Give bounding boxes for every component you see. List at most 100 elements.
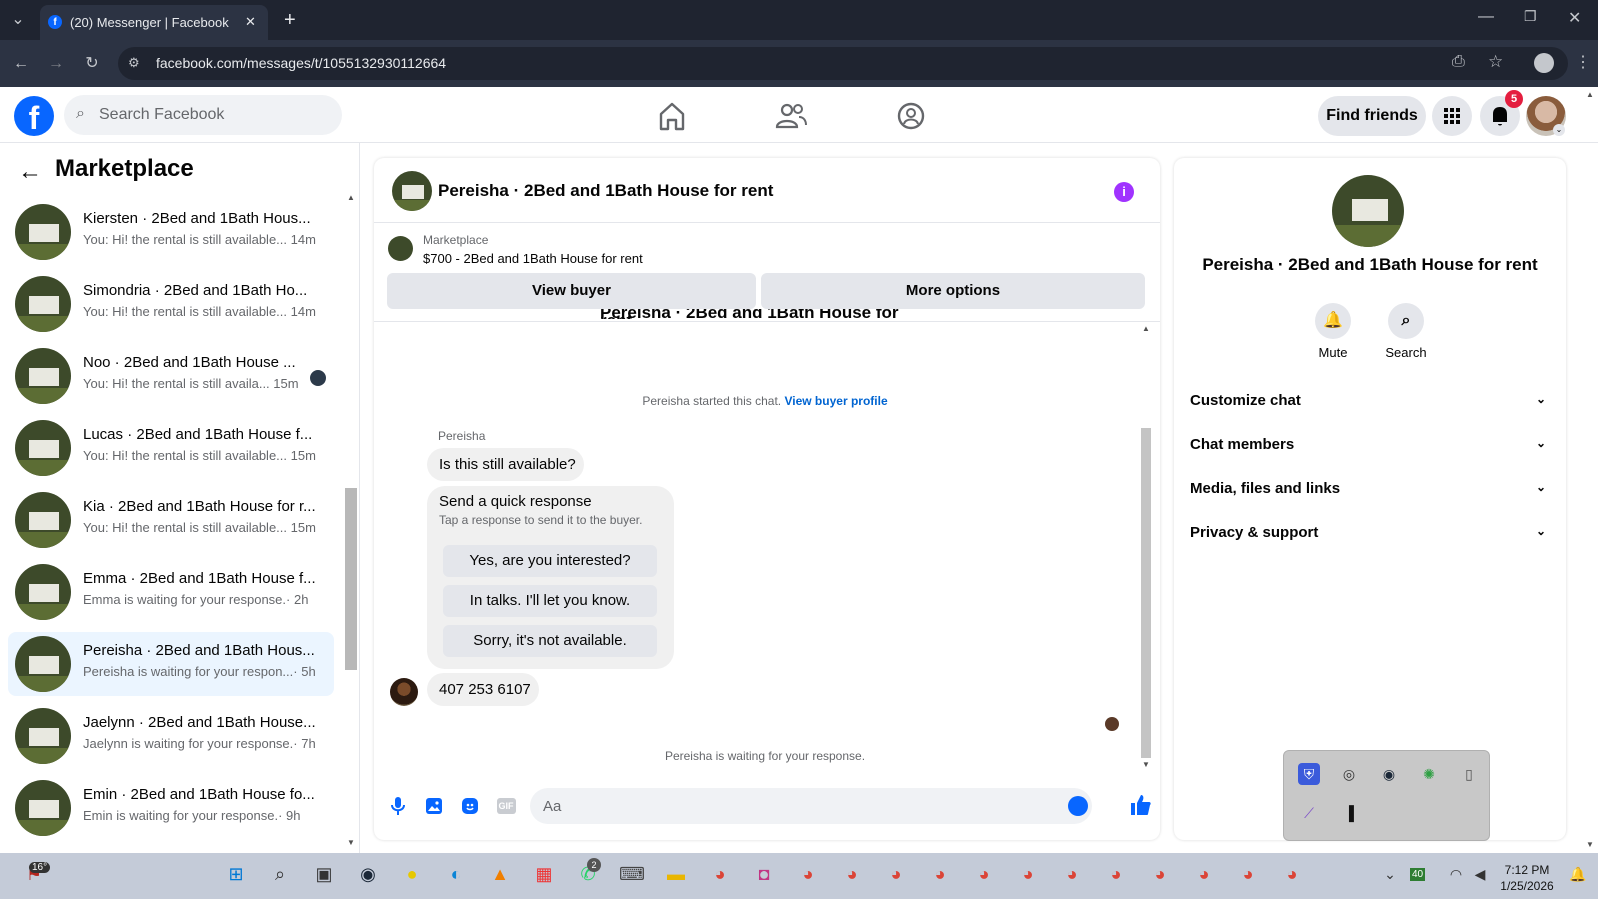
chrome-profile-icon[interactable]: ◕ [968, 858, 1000, 890]
more-options-button[interactable]: More options [761, 273, 1145, 309]
url-text[interactable]: facebook.com/messages/t/1055132930112664 [156, 55, 446, 71]
profile-icon[interactable] [1534, 53, 1554, 73]
conversation-item[interactable]: Lucas · 2Bed and 1Bath House f... You: H… [8, 416, 334, 480]
window-close-icon[interactable]: ✕ [1568, 8, 1581, 28]
sync-icon[interactable]: ✺ [1418, 763, 1440, 785]
chat-list-scrollbar[interactable]: ▲ ▼ [345, 193, 357, 853]
microphone-icon[interactable] [386, 794, 410, 818]
chat-thumbnail[interactable] [392, 171, 432, 211]
notification-bell-icon[interactable]: 🔔 [1562, 858, 1594, 890]
media-files-links-section[interactable]: Media, files and links ⌄ [1190, 480, 1550, 497]
taskbar-clock[interactable]: 7:12 PM 1/25/2026 [1490, 862, 1564, 894]
quick-response-talks-button[interactable]: In talks. I'll let you know. [443, 585, 657, 617]
steam-icon[interactable]: ◉ [352, 858, 384, 890]
page-scroll-down[interactable]: ▼ [1586, 840, 1594, 849]
sender-avatar[interactable] [390, 678, 418, 706]
chrome-profile-icon[interactable]: ◕ [1188, 858, 1220, 890]
conversation-item[interactable]: Simondria · 2Bed and 1Bath Ho... You: Hi… [8, 272, 334, 336]
steam-tray-icon[interactable]: ◉ [1378, 763, 1400, 785]
chrome-profile-icon[interactable]: ◕ [924, 858, 956, 890]
page-scroll-up[interactable]: ▲ [1586, 90, 1594, 99]
browser-tab[interactable]: f (20) Messenger | Facebook ✕ [40, 5, 268, 40]
forward-icon[interactable]: → [42, 47, 70, 80]
chrome-profile-icon[interactable]: ◕ [1276, 858, 1308, 890]
back-arrow-icon[interactable]: ← [18, 158, 42, 186]
message-bubble[interactable]: 407 253 6107 [427, 673, 539, 706]
conversation-item[interactable]: Kia · 2Bed and 1Bath House for r... You:… [8, 488, 334, 552]
search-label[interactable]: Search [1371, 345, 1441, 360]
bookmark-star-icon[interactable]: ☆ [1488, 52, 1503, 72]
tab-close-icon[interactable]: ✕ [245, 14, 256, 30]
conversation-item[interactable]: Kiersten · 2Bed and 1Bath Hous... You: H… [8, 200, 334, 264]
chrome-profile-icon[interactable]: ◕ [1232, 858, 1264, 890]
chrome-profile-icon[interactable]: ◕ [1012, 858, 1044, 890]
snapchat-icon[interactable]: ● [396, 858, 428, 890]
gif-icon[interactable]: GIF [494, 794, 518, 818]
audio-meter-icon[interactable]: ▐ [1338, 802, 1360, 824]
install-app-icon[interactable]: ⎙ [1452, 53, 1465, 71]
photo-icon[interactable] [422, 794, 446, 818]
account-chevron-icon[interactable]: ⌄ [1553, 124, 1565, 136]
conversation-item[interactable]: Jaelynn · 2Bed and 1Bath House... Jaelyn… [8, 704, 334, 768]
chrome-profile-icon[interactable]: ◕ [880, 858, 912, 890]
menu-grid-icon[interactable] [1432, 96, 1472, 136]
tray-chevron-icon[interactable]: ⌄ [1374, 858, 1406, 890]
chrome-profile-icon[interactable]: ◕ [1056, 858, 1088, 890]
message-bubble[interactable]: Is this still available? [427, 448, 584, 481]
search-facebook-input[interactable]: ⌕ Search Facebook [64, 95, 342, 135]
thumbs-up-icon[interactable] [1127, 792, 1151, 816]
chat-scrollbar[interactable]: ▲ ▼ [1140, 324, 1152, 771]
conversation-item-selected[interactable]: Pereisha · 2Bed and 1Bath Hous... Pereis… [8, 632, 334, 696]
conversation-item[interactable]: Noo · 2Bed and 1Bath House ... You: Hi! … [8, 344, 334, 408]
chrome-icon[interactable]: ◕ [704, 858, 736, 890]
mute-label[interactable]: Mute [1298, 345, 1368, 360]
search-chat-icon[interactable]: ⌕ [1388, 303, 1424, 339]
vpn-shield-icon[interactable]: ⛨ [1298, 763, 1320, 785]
new-tab-button[interactable]: + [284, 9, 296, 32]
pen-icon[interactable]: ⟋ [1298, 802, 1320, 824]
tab-search-icon[interactable]: ⌄ [4, 3, 32, 36]
chat-title[interactable]: Pereisha · 2Bed and 1Bath House for rent [438, 181, 773, 201]
task-view-icon[interactable]: ▣ [308, 858, 340, 890]
message-input[interactable]: Aa [530, 788, 1092, 824]
chrome-profile-icon[interactable]: ◕ [1144, 858, 1176, 890]
restore-icon[interactable]: ❐ [1524, 8, 1537, 25]
conversation-item[interactable]: Emma · 2Bed and 1Bath House f... Emma is… [8, 560, 334, 624]
listing-title[interactable]: $700 - 2Bed and 1Bath House for rent [423, 251, 643, 266]
file-explorer-icon[interactable]: ▬ [660, 858, 692, 890]
omnibox[interactable]: ⚙ facebook.com/messages/t/10551329301126… [118, 47, 1568, 80]
info-icon[interactable]: i [1114, 182, 1134, 202]
chrome-profile-icon[interactable]: ◕ [792, 858, 824, 890]
customize-chat-section[interactable]: Customize chat ⌄ [1190, 392, 1550, 409]
display-icon[interactable]: ◎ [1338, 763, 1360, 785]
quick-response-sorry-button[interactable]: Sorry, it's not available. [443, 625, 657, 657]
chat-members-section[interactable]: Chat members ⌄ [1190, 436, 1550, 453]
quick-response-yes-button[interactable]: Yes, are you interested? [443, 545, 657, 577]
emoji-icon[interactable] [1068, 796, 1088, 816]
instagram-icon[interactable]: ◘ [748, 858, 780, 890]
keyboard-icon[interactable]: ⌨ [616, 858, 648, 890]
store-icon[interactable]: ▦ [528, 858, 560, 890]
friends-nav-icon[interactable] [771, 98, 811, 134]
mute-bell-icon[interactable]: 🔔 [1315, 303, 1351, 339]
chrome-profile-icon[interactable]: ◕ [836, 858, 868, 890]
reload-icon[interactable]: ↻ [78, 47, 106, 80]
chrome-menu-icon[interactable]: ⋮ [1575, 52, 1591, 72]
view-buyer-button[interactable]: View buyer [387, 273, 756, 309]
site-info-icon[interactable]: ⚙ [128, 55, 140, 71]
find-friends-button[interactable]: Find friends [1318, 96, 1426, 136]
usb-icon[interactable]: ▯ [1458, 763, 1480, 785]
privacy-support-section[interactable]: Privacy & support ⌄ [1190, 524, 1550, 541]
groups-nav-icon[interactable] [891, 98, 931, 134]
facebook-logo[interactable]: f [14, 96, 54, 136]
home-nav-icon[interactable] [652, 98, 692, 134]
search-taskbar-icon[interactable]: ⌕ [264, 858, 296, 890]
listing-large-thumbnail[interactable] [1332, 175, 1404, 247]
view-buyer-profile-link[interactable]: View buyer profile [784, 394, 887, 408]
sticker-icon[interactable] [458, 794, 482, 818]
back-icon[interactable]: ← [7, 47, 35, 80]
start-icon[interactable]: ⊞ [220, 858, 252, 890]
conversation-item[interactable]: Emin · 2Bed and 1Bath House fo... Emin i… [8, 776, 334, 840]
edge-icon[interactable]: ◐ [440, 858, 472, 890]
chrome-profile-icon[interactable]: ◕ [1100, 858, 1132, 890]
